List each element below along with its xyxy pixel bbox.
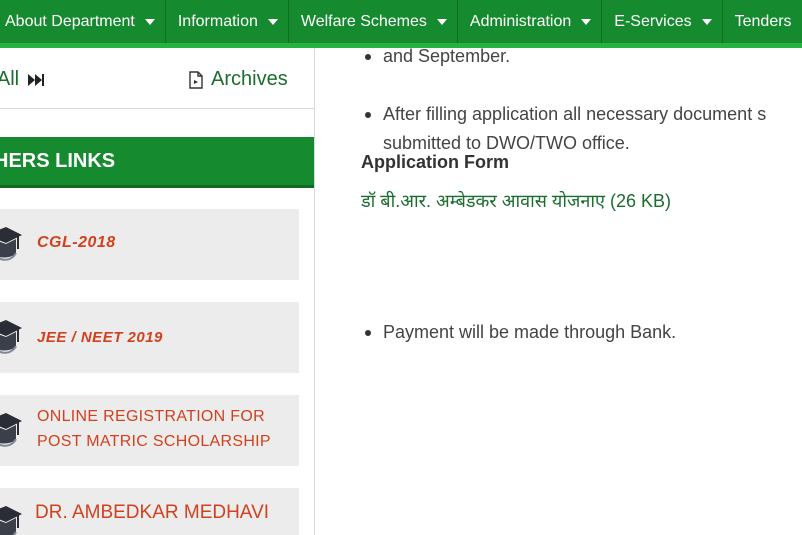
fast-forward-icon (27, 73, 45, 87)
archives-link[interactable]: Archives (189, 68, 288, 91)
others-links-heading: HERS LINKS (0, 137, 314, 188)
caret-down-icon (144, 18, 155, 25)
nav-information[interactable]: Information (166, 0, 289, 43)
nav-about-department[interactable]: About Department (0, 0, 166, 43)
main-navigation: About Department Information Welfare Sch… (0, 0, 802, 48)
caret-down-icon (267, 18, 278, 25)
bullet-text: and September. (383, 48, 511, 66)
nav-label: Tenders (734, 12, 792, 30)
application-form-heading: Application Form (361, 152, 509, 172)
application-form-download-link[interactable]: डॉ बी.आर. अम्बेडकर आवास योजनाए (26 KB) (361, 189, 671, 213)
bullet-item: and September. (361, 48, 802, 71)
link-card-cgl[interactable]: CGL-2018 (0, 209, 299, 280)
nav-tenders[interactable]: Tenders (723, 0, 802, 43)
scheme-content: and September. After filling application… (361, 48, 802, 535)
view-all-label: w All (0, 68, 20, 90)
scheme-bullet-list: After filling application all necessary … (361, 77, 802, 153)
news-controls: w All Archives (0, 48, 314, 109)
left-sidebar: w All Archives HERS LINKS CGL-2018 JEE /… (0, 48, 315, 535)
card-label: CGL-2018 (37, 234, 116, 251)
scheme-bullet-list: and September. (361, 48, 802, 77)
nav-administration[interactable]: Administration (458, 0, 603, 43)
view-all-link[interactable]: w All (0, 68, 45, 91)
bullet-text-line1: After filling application all necessary … (383, 104, 767, 124)
caret-down-icon (581, 18, 592, 25)
nav-label: Welfare Schemes (300, 12, 427, 30)
archives-label: Archives (211, 68, 288, 90)
bullet-item: After filling application all necessary … (361, 100, 802, 158)
card-label-line1: ONLINE REGISTRATION FOR (37, 408, 265, 425)
bullet-text-line2: submitted to DWO/TWO office. (383, 133, 630, 153)
nav-label: Administration (469, 12, 572, 30)
bullet-item: Payment will be made through Bank. (361, 318, 802, 347)
link-card-jee-neet[interactable]: JEE / NEET 2019 (0, 302, 299, 373)
nav-label: Information (177, 12, 258, 30)
graduation-cap-icon (0, 409, 22, 458)
document-icon (189, 70, 203, 89)
nav-e-services[interactable]: E-Services (602, 0, 723, 43)
nav-welfare-schemes[interactable]: Welfare Schemes (289, 0, 458, 43)
graduation-cap-icon (0, 223, 22, 272)
card-label: JEE / NEET 2019 (37, 329, 163, 346)
graduation-cap-icon (0, 316, 22, 365)
card-label: DR. AMBEDKAR MEDHAVI (35, 502, 270, 523)
link-card-ambedkar-medhavi[interactable]: DR. AMBEDKAR MEDHAVI (0, 488, 299, 535)
link-card-post-matric[interactable]: ONLINE REGISTRATION FOR POST MATRIC SCHO… (0, 395, 299, 466)
graduation-cap-icon (0, 502, 22, 535)
bullet-text: Payment will be made through Bank. (383, 322, 677, 342)
heading-text: HERS LINKS (0, 149, 116, 172)
caret-down-icon (436, 18, 447, 25)
nav-label: E-Services (614, 12, 692, 30)
nav-label: About Department (5, 12, 135, 30)
caret-down-icon (701, 18, 712, 25)
card-label-line2: POST MATRIC SCHOLARSHIP (37, 433, 271, 450)
